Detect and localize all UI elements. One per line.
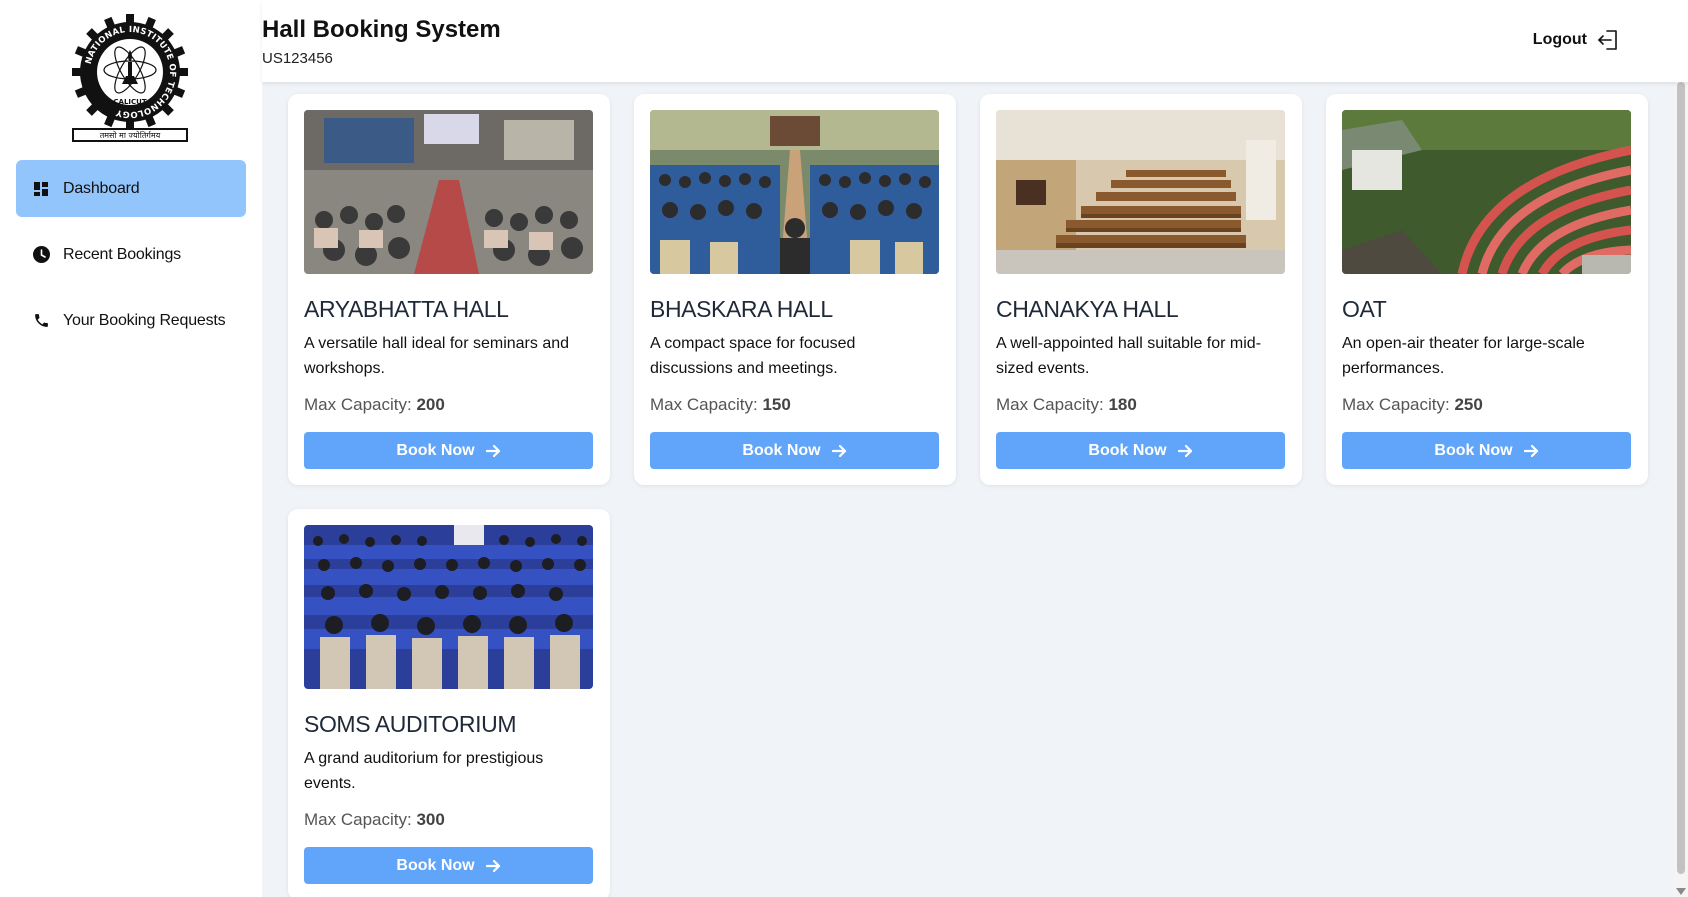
top-header: Hall Booking System US123456 Logout bbox=[262, 0, 1688, 82]
capacity-value: 300 bbox=[416, 810, 445, 829]
sidebar-item-booking-requests[interactable]: Your Booking Requests bbox=[16, 292, 246, 349]
capacity-label: Max Capacity: bbox=[1342, 395, 1450, 414]
arrow-right-icon bbox=[485, 859, 500, 872]
arrow-right-icon bbox=[1523, 444, 1538, 457]
hall-card: BHASKARA HALL A compact space for focuse… bbox=[634, 94, 956, 485]
capacity-value: 150 bbox=[762, 395, 791, 414]
dashboard-icon bbox=[32, 180, 50, 198]
logout-button[interactable]: Logout bbox=[1533, 28, 1620, 52]
capacity-value: 180 bbox=[1108, 395, 1137, 414]
hall-image-chanakya bbox=[996, 110, 1285, 274]
scrollbar-thumb[interactable] bbox=[1677, 82, 1685, 874]
scroll-down-arrow-icon[interactable] bbox=[1676, 888, 1686, 895]
hall-description: A well-appointed hall suitable for mid-s… bbox=[996, 335, 1262, 377]
hall-capacity: Max Capacity: 300 bbox=[304, 810, 445, 830]
hall-description: A compact space for focused discussions … bbox=[650, 335, 856, 377]
hall-name: BHASKARA HALL bbox=[650, 296, 833, 322]
book-now-label: Book Now bbox=[396, 441, 475, 459]
capacity-value: 250 bbox=[1454, 395, 1483, 414]
sidebar-item-recent-bookings[interactable]: Recent Bookings bbox=[16, 226, 246, 283]
hall-card: ARYABHATTA HALL A versatile hall ideal f… bbox=[288, 94, 610, 485]
arrow-right-icon bbox=[1177, 444, 1192, 457]
hall-image-soms-auditorium bbox=[304, 525, 593, 689]
hall-card: CHANAKYA HALL A well-appointed hall suit… bbox=[980, 94, 1302, 485]
capacity-value: 200 bbox=[416, 395, 445, 414]
capacity-label: Max Capacity: bbox=[650, 395, 758, 414]
nit-calicut-logo: NATIONAL INSTITUTE OF TECHNOLOGY CALICUT… bbox=[70, 12, 190, 142]
hall-name: CHANAKYA HALL bbox=[996, 296, 1179, 322]
hall-image-bhaskara bbox=[650, 110, 939, 274]
hall-name: OAT bbox=[1342, 296, 1387, 322]
book-now-button[interactable]: Book Now bbox=[1342, 432, 1631, 469]
book-now-label: Book Now bbox=[1088, 441, 1167, 459]
book-now-label: Book Now bbox=[742, 441, 821, 459]
capacity-label: Max Capacity: bbox=[304, 395, 412, 414]
hall-capacity: Max Capacity: 250 bbox=[1342, 395, 1483, 415]
hall-capacity: Max Capacity: 150 bbox=[650, 395, 791, 415]
sidebar-item-label: Dashboard bbox=[63, 179, 140, 197]
book-now-button[interactable]: Book Now bbox=[304, 432, 593, 469]
book-now-label: Book Now bbox=[1434, 441, 1513, 459]
book-now-label: Book Now bbox=[396, 856, 475, 874]
hall-capacity: Max Capacity: 200 bbox=[304, 395, 445, 415]
hall-name: SOMS AUDITORIUM bbox=[304, 711, 517, 737]
sidebar: NATIONAL INSTITUTE OF TECHNOLOGY CALICUT… bbox=[0, 0, 262, 897]
hall-image-oat bbox=[1342, 110, 1631, 274]
book-now-button[interactable]: Book Now bbox=[996, 432, 1285, 469]
clock-icon bbox=[32, 246, 50, 264]
hall-image-aryabhatta bbox=[304, 110, 593, 274]
sidebar-item-label: Your Booking Requests bbox=[63, 311, 226, 329]
book-now-button[interactable]: Book Now bbox=[650, 432, 939, 469]
capacity-label: Max Capacity: bbox=[304, 810, 412, 829]
arrow-right-icon bbox=[485, 444, 500, 457]
hall-description: An open-air theater for large-scale perf… bbox=[1342, 335, 1585, 377]
hall-description: A grand auditorium for prestigious event… bbox=[304, 750, 544, 792]
hall-capacity: Max Capacity: 180 bbox=[996, 395, 1137, 415]
hall-card: SOMS AUDITORIUM A grand auditorium for p… bbox=[288, 509, 610, 897]
vertical-scrollbar[interactable] bbox=[1673, 82, 1688, 897]
sidebar-item-label: Recent Bookings bbox=[63, 245, 181, 263]
main-content: ARYABHATTA HALL A versatile hall ideal f… bbox=[262, 82, 1673, 897]
book-now-button[interactable]: Book Now bbox=[304, 847, 593, 884]
user-id: US123456 bbox=[262, 50, 333, 67]
hall-card: OAT An open-air theater for large-scale … bbox=[1326, 94, 1648, 485]
page-title: Hall Booking System bbox=[262, 16, 501, 43]
svg-text:तमसो मा ज्योतिर्गमय: तमसो मा ज्योतिर्गमय bbox=[100, 130, 161, 140]
sidebar-item-dashboard[interactable]: Dashboard bbox=[16, 160, 246, 217]
logout-label: Logout bbox=[1532, 31, 1587, 48]
logout-icon bbox=[1596, 28, 1620, 52]
phone-icon bbox=[32, 312, 50, 330]
hall-name: ARYABHATTA HALL bbox=[304, 296, 509, 322]
capacity-label: Max Capacity: bbox=[996, 395, 1104, 414]
svg-text:CALICUT: CALICUT bbox=[113, 98, 146, 106]
arrow-right-icon bbox=[831, 444, 846, 457]
hall-description: A versatile hall ideal for seminars and … bbox=[304, 335, 570, 377]
sidebar-nav: Dashboard Recent Bookings Your Booking R… bbox=[16, 160, 246, 358]
